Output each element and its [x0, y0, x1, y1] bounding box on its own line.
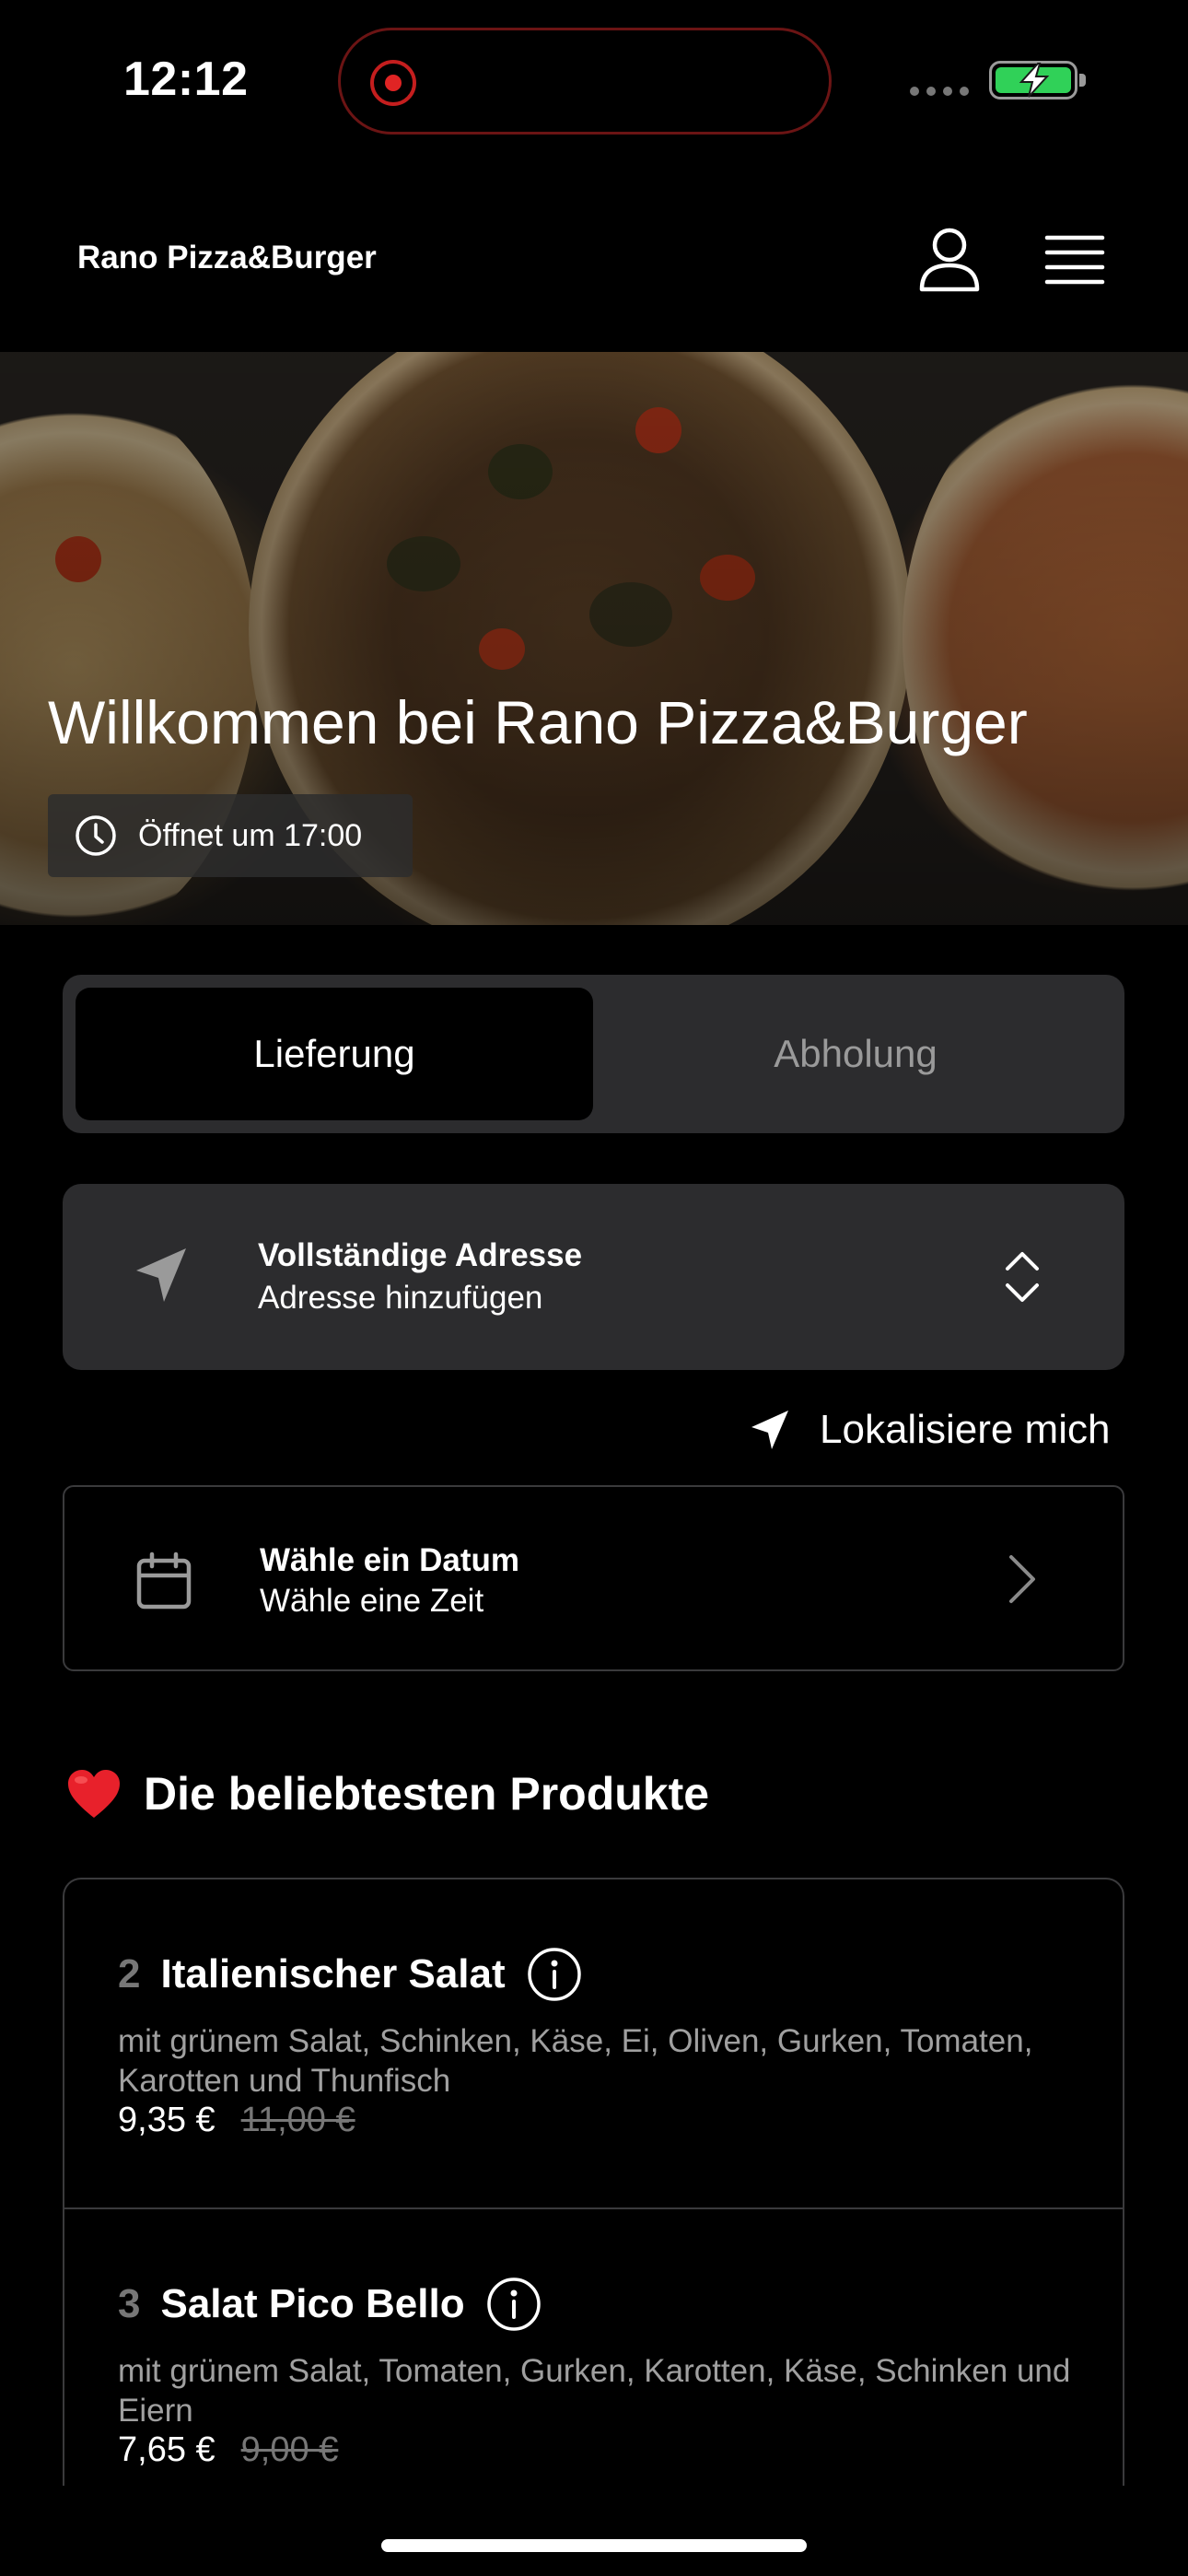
locate-me-label: Lokalisiere mich: [820, 1407, 1111, 1452]
order-type-toggle: Lieferung Abholung: [63, 975, 1124, 1133]
time-subtitle: Wähle eine Zeit: [260, 1583, 484, 1619]
battery-icon: [989, 61, 1086, 100]
location-arrow-icon: [751, 1411, 788, 1449]
calendar-icon: [136, 1551, 192, 1610]
date-title: Wähle ein Datum: [260, 1542, 519, 1578]
app-header: Rano Pizza&Burger: [0, 193, 1188, 350]
tab-pickup[interactable]: Abholung: [597, 988, 1114, 1120]
brand-name[interactable]: Rano Pizza&Burger: [77, 240, 377, 276]
info-icon[interactable]: [526, 1946, 583, 2003]
hero-banner: Willkommen bei Rano Pizza&Burger Öffnet …: [0, 352, 1188, 925]
info-icon[interactable]: [485, 2276, 542, 2333]
dynamic-island: [338, 28, 832, 135]
chevron-right-icon: [1009, 1555, 1035, 1603]
product-old-price: 11,00 €: [240, 2101, 355, 2139]
heart-icon: [68, 1770, 120, 1818]
signal-icon: [910, 87, 969, 96]
user-account-icon[interactable]: [917, 227, 982, 293]
product-item[interactable]: 2 Italienischer Salat mit grünem Salat, …: [64, 1879, 1123, 2207]
tab-delivery[interactable]: Lieferung: [76, 988, 593, 1120]
popular-products-heading: Die beliebtesten Produkte: [66, 1767, 709, 1821]
opening-hours-badge: Öffnet um 17:00: [48, 794, 413, 877]
recording-icon: [370, 60, 416, 106]
product-list: 2 Italienischer Salat mit grünem Salat, …: [63, 1878, 1124, 2486]
address-title: Vollständige Adresse: [258, 1237, 583, 1273]
clock-icon: [76, 815, 116, 856]
navigation-arrow-icon: [136, 1248, 186, 1302]
product-description: mit grünem Salat, Tomaten, Gurken, Karot…: [118, 2353, 1071, 2429]
welcome-title: Willkommen bei Rano Pizza&Burger: [48, 688, 1028, 756]
product-number: 3: [118, 2281, 141, 2326]
home-indicator[interactable]: [381, 2539, 807, 2552]
product-name: Italienischer Salat: [160, 1951, 506, 1996]
status-bar: 12:12: [0, 0, 1188, 161]
popular-products-title: Die beliebtesten Produkte: [144, 1768, 710, 1820]
product-name: Salat Pico Bello: [160, 2281, 465, 2326]
product-item[interactable]: 3 Salat Pico Bello mit grünem Salat, Tom…: [64, 2207, 1123, 2486]
product-price: 9,35 €: [118, 2101, 215, 2139]
product-old-price: 9,00 €: [240, 2430, 339, 2469]
status-time: 12:12: [123, 53, 249, 106]
date-time-selector[interactable]: Wähle ein Datum Wähle eine Zeit: [63, 1485, 1124, 1671]
opening-hours-text: Öffnet um 17:00: [138, 817, 363, 853]
product-description: mit grünem Salat, Schinken, Käse, Ei, Ol…: [118, 2023, 1033, 2099]
product-price: 7,65 €: [118, 2430, 215, 2469]
product-number: 2: [118, 1951, 141, 1996]
chevron-up-down-icon: [1006, 1252, 1039, 1302]
locate-me-button[interactable]: Lokalisiere mich: [750, 1402, 1110, 1458]
address-selector[interactable]: Vollständige Adresse Adresse hinzufügen: [63, 1184, 1124, 1370]
hamburger-menu-icon[interactable]: [1044, 232, 1105, 287]
address-subtitle: Adresse hinzufügen: [258, 1280, 543, 1316]
